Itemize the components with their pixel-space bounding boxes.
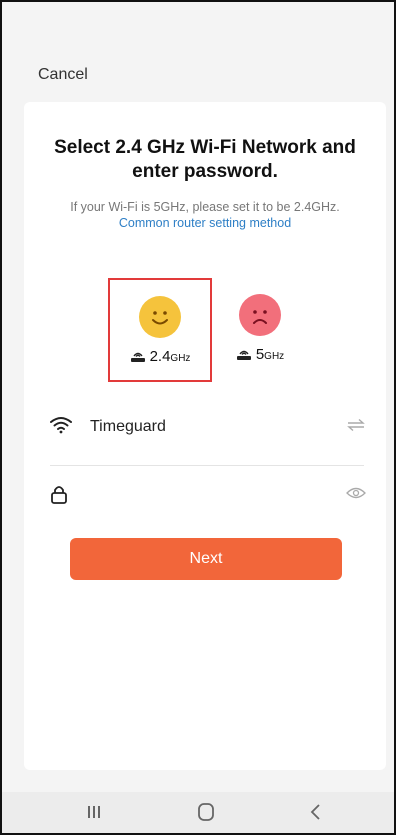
lock-icon: [51, 486, 67, 504]
cancel-button[interactable]: Cancel: [38, 66, 88, 84]
band-option-2-4ghz[interactable]: 2.4GHz: [108, 278, 212, 382]
eye-icon[interactable]: [346, 486, 366, 500]
page-title: Select 2.4 GHz Wi-Fi Network and enter p…: [54, 137, 356, 182]
router-setting-link[interactable]: Common router setting method: [34, 216, 376, 230]
band-option-5ghz[interactable]: 5GHz: [208, 278, 312, 382]
band-label-2-4ghz: 2.4GHz: [110, 348, 210, 365]
content-card: Select 2.4 GHz Wi-Fi Network and enter p…: [24, 102, 386, 770]
band-hint: If your Wi-Fi is 5GHz, please set it to …: [70, 200, 340, 214]
home-button[interactable]: [186, 802, 226, 826]
back-icon: [310, 804, 320, 820]
password-input[interactable]: [90, 482, 324, 510]
band-value: 2.4: [149, 348, 171, 365]
band-value: 5: [255, 346, 265, 363]
recents-icon: [88, 806, 100, 818]
band-unit: GHz: [170, 353, 191, 364]
sad-face-icon: [239, 294, 281, 336]
wifi-icon: [50, 417, 72, 434]
phone-screen: Cancel Select 2.4 GHz Wi-Fi Network and …: [0, 0, 396, 835]
router-icon: [130, 352, 145, 362]
happy-face-icon: [139, 296, 181, 338]
field-divider: [50, 465, 364, 466]
swap-icon[interactable]: [346, 418, 366, 432]
password-row: [50, 478, 366, 514]
next-button[interactable]: Next: [70, 538, 342, 580]
wifi-ssid: Timeguard: [90, 418, 166, 435]
home-icon: [198, 803, 214, 821]
band-unit: GHz: [264, 351, 285, 362]
recents-button[interactable]: [74, 802, 114, 826]
system-nav-bar: [2, 792, 394, 833]
router-icon: [236, 350, 251, 360]
band-label-5ghz: 5GHz: [208, 346, 312, 363]
back-button[interactable]: [296, 802, 336, 826]
top-bar: Cancel: [2, 2, 394, 102]
wifi-network-row[interactable]: Timeguard: [50, 410, 366, 446]
